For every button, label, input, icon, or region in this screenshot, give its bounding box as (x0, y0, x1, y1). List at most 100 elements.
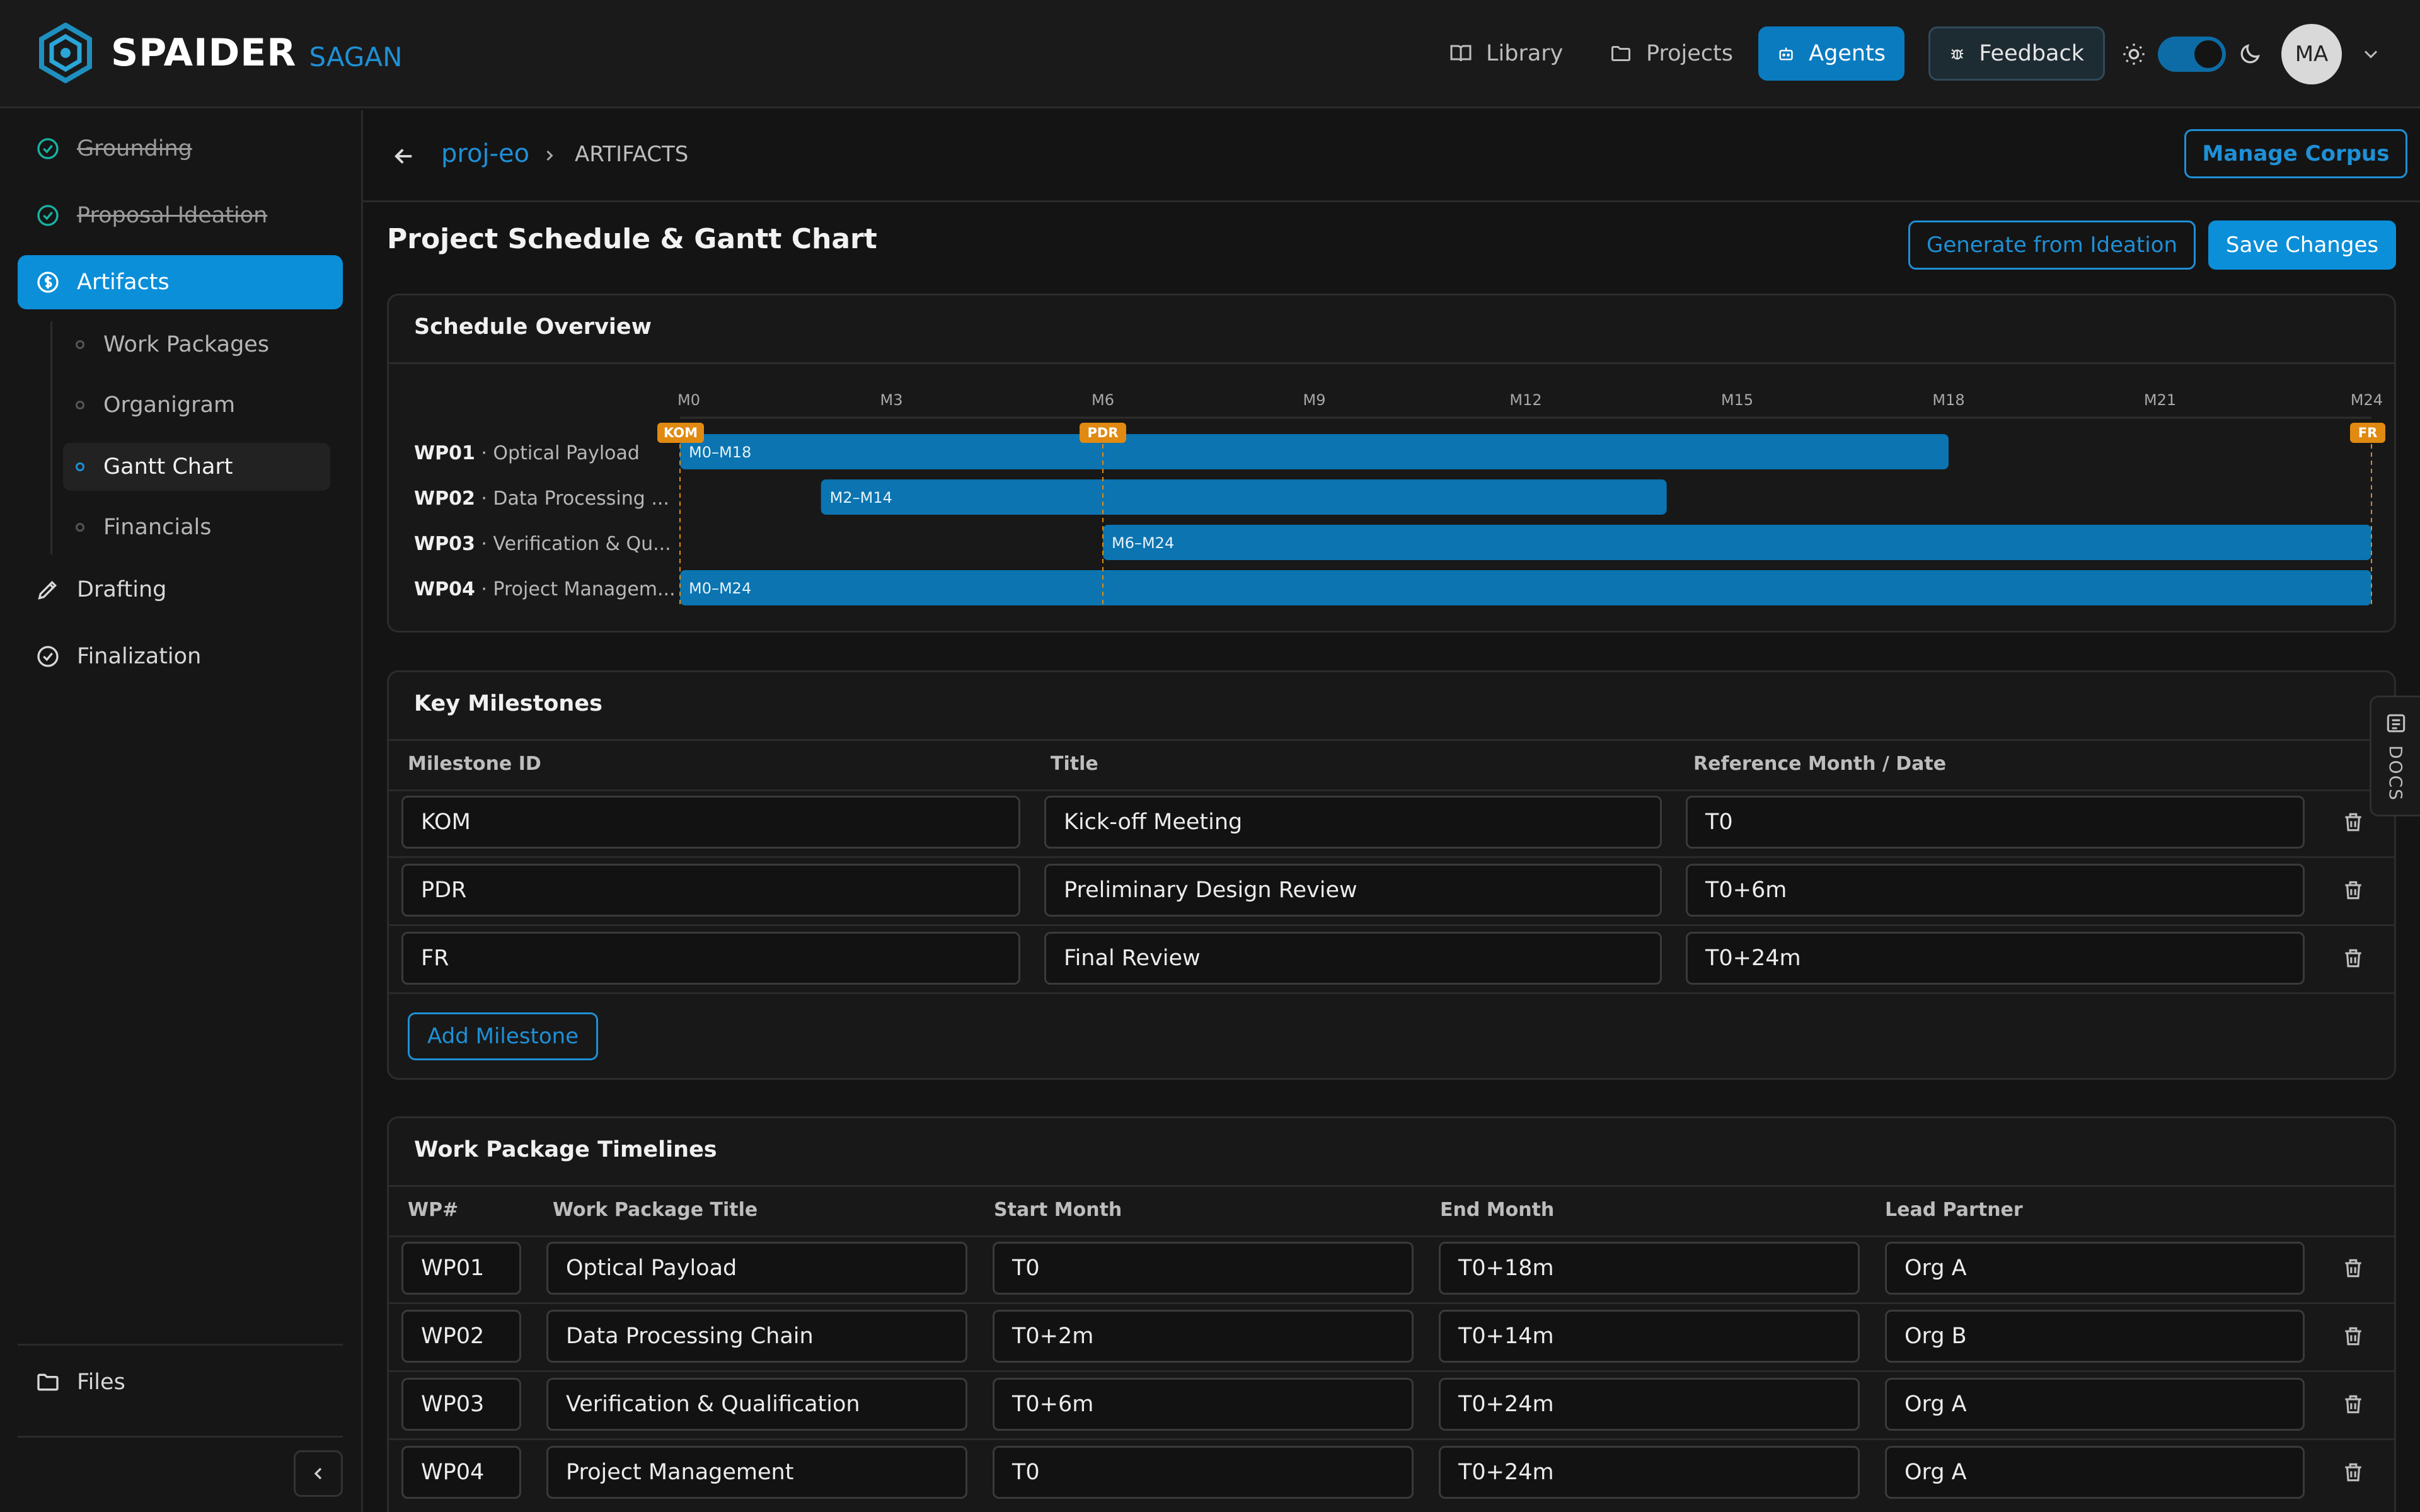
wp-title-input[interactable]: Verification & Qualification (546, 1378, 967, 1431)
gantt-bar (680, 434, 1949, 469)
sidebar-item-proposal-ideation[interactable]: Proposal Ideation (18, 188, 343, 243)
generate-from-ideation-button[interactable]: Generate from Ideation (1908, 220, 2196, 270)
manage-corpus-button[interactable]: Manage Corpus (2184, 129, 2407, 178)
gantt-chart: M0 M3 M6 M9 M12 M15 M18 M21 M24 WP01 · Optical Pa… (414, 391, 2385, 608)
page-title: Project Schedule & Gantt Chart (387, 223, 877, 255)
sun-icon[interactable] (2121, 42, 2146, 67)
gantt-bar (680, 570, 2371, 605)
nav-agents[interactable]: Agents (1758, 26, 1904, 81)
folder-icon (1611, 46, 1630, 61)
app-logo[interactable]: SPAIDER SAGAN (38, 23, 403, 83)
gantt-milestone-label: PDR (1088, 425, 1119, 440)
breadcrumb-project-link[interactable]: proj-eo (441, 139, 529, 168)
sidebar-subitem-financials[interactable]: Financials (63, 503, 330, 551)
gantt-tick-label: M24 (2351, 391, 2383, 409)
trash-icon[interactable] (2341, 810, 2365, 834)
gantt-tick-label: M3 (880, 391, 903, 409)
wp-lead-input[interactable]: Org A (1885, 1242, 2305, 1295)
nav-projects[interactable]: Projects (1591, 26, 1752, 81)
folder-icon (37, 1373, 59, 1391)
sidebar-subitem-label: Financials (103, 515, 212, 540)
trash-icon[interactable] (2341, 1256, 2365, 1280)
sidebar-subitem-work-packages[interactable]: Work Packages (63, 321, 330, 369)
save-changes-button[interactable]: Save Changes (2208, 220, 2396, 270)
milestone-id-input[interactable]: PDR (401, 864, 1020, 917)
user-avatar[interactable]: MA (2281, 24, 2342, 84)
arrow-left-icon[interactable] (391, 143, 417, 169)
milestone-title-input[interactable]: Kick-off Meeting (1044, 796, 1662, 849)
row-divider (389, 1302, 2394, 1304)
sidebar-item-finalization[interactable]: Finalization (18, 629, 343, 684)
milestone-title-input[interactable]: Preliminary Design Review (1044, 864, 1662, 917)
wp-start-input[interactable]: T0 (993, 1242, 1414, 1295)
wp-end-input[interactable]: T0+24m (1439, 1378, 1860, 1431)
row-divider (389, 789, 2394, 791)
wp-number-input[interactable]: WP02 (401, 1310, 521, 1363)
theme-toggle[interactable] (2158, 37, 2226, 72)
chevron-right-icon (546, 150, 553, 161)
wp-number-input[interactable]: WP04 (401, 1446, 521, 1499)
breadcrumb-current: ARTIFACTS (575, 142, 689, 167)
wp-start-input[interactable]: T0+2m (993, 1310, 1414, 1363)
wp-start-input[interactable]: T0+6m (993, 1378, 1414, 1431)
brand-name: SPAIDER (111, 31, 297, 75)
sidebar-subitem-organigram[interactable]: Organigram (63, 381, 330, 429)
milestone-title-input[interactable]: Final Review (1044, 932, 1662, 985)
sidebar-subitem-gantt-chart[interactable]: Gantt Chart (63, 443, 330, 491)
milestone-ref-input[interactable]: T0+24m (1686, 932, 2305, 985)
milestone-id-input[interactable]: FR (401, 932, 1020, 985)
wp-start-input[interactable]: T0 (993, 1446, 1414, 1499)
gantt-tick-label: M15 (1721, 391, 1753, 409)
row-divider (389, 1370, 2394, 1372)
nav-library[interactable]: Library (1431, 26, 1582, 81)
gantt-bar-label: M0–M24 (689, 580, 751, 597)
trash-icon[interactable] (2341, 878, 2365, 902)
trash-icon[interactable] (2341, 946, 2365, 970)
milestone-ref-input[interactable]: T0 (1686, 796, 2305, 849)
row-divider (389, 856, 2394, 858)
milestone-id-input[interactable]: KOM (401, 796, 1020, 849)
sidebar-divider (18, 1344, 343, 1346)
wp-end-input[interactable]: T0+24m (1439, 1446, 1860, 1499)
trash-icon[interactable] (2341, 1392, 2365, 1416)
wp-title-input[interactable]: Optical Payload (546, 1242, 967, 1295)
milestone-ref-input[interactable]: T0+6m (1686, 864, 2305, 917)
nav-feedback[interactable]: Feedback (1928, 26, 2105, 81)
sidebar-item-grounding[interactable]: Grounding (18, 122, 343, 176)
trash-icon[interactable] (2341, 1460, 2365, 1484)
sidebar-item-label: Finalization (77, 644, 202, 669)
nav-library-label: Library (1486, 41, 1564, 66)
chevron-down-icon[interactable] (2360, 43, 2382, 66)
wp-end-input[interactable]: T0+18m (1439, 1242, 1860, 1295)
theme-toggle-knob (2194, 40, 2222, 68)
row-divider (389, 924, 2394, 926)
card-title: Work Package Timelines (414, 1137, 717, 1162)
sidebar-item-files[interactable]: Files (18, 1355, 343, 1409)
moon-icon[interactable] (2237, 42, 2262, 67)
sidebar-item-drafting[interactable]: Drafting (18, 563, 343, 617)
check-circle-icon (37, 138, 59, 159)
sub-dot-icon (76, 523, 84, 532)
wp-number-input[interactable]: WP03 (401, 1378, 521, 1431)
collapse-sidebar-button[interactable] (294, 1450, 343, 1497)
card-divider (389, 739, 2394, 741)
wp-lead-input[interactable]: Org A (1885, 1446, 2305, 1499)
gantt-tick-label: M21 (2144, 391, 2176, 409)
card-title: Key Milestones (414, 691, 602, 716)
trash-icon[interactable] (2341, 1324, 2365, 1348)
gantt-tick-label: M9 (1303, 391, 1326, 409)
wp-title-input[interactable]: Data Processing Chain (546, 1310, 967, 1363)
wp-title-input[interactable]: Project Management (546, 1446, 967, 1499)
docs-side-tab[interactable]: DOCS (2370, 696, 2420, 816)
wp-number-input[interactable]: WP01 (401, 1242, 521, 1295)
row-divider (389, 992, 2394, 994)
gantt-tick-label: M6 (1092, 391, 1114, 409)
column-header: Work Package Title (553, 1199, 758, 1221)
wp-lead-input[interactable]: Org B (1885, 1310, 2305, 1363)
key-milestones-card: Key Milestones Milestone ID Title Refere… (387, 670, 2396, 1080)
add-milestone-button[interactable]: Add Milestone (408, 1012, 599, 1060)
wp-end-input[interactable]: T0+14m (1439, 1310, 1860, 1363)
sidebar-item-artifacts[interactable]: Artifacts (18, 255, 343, 309)
wp-lead-input[interactable]: Org A (1885, 1378, 2305, 1431)
gantt-bar (1103, 525, 2371, 560)
